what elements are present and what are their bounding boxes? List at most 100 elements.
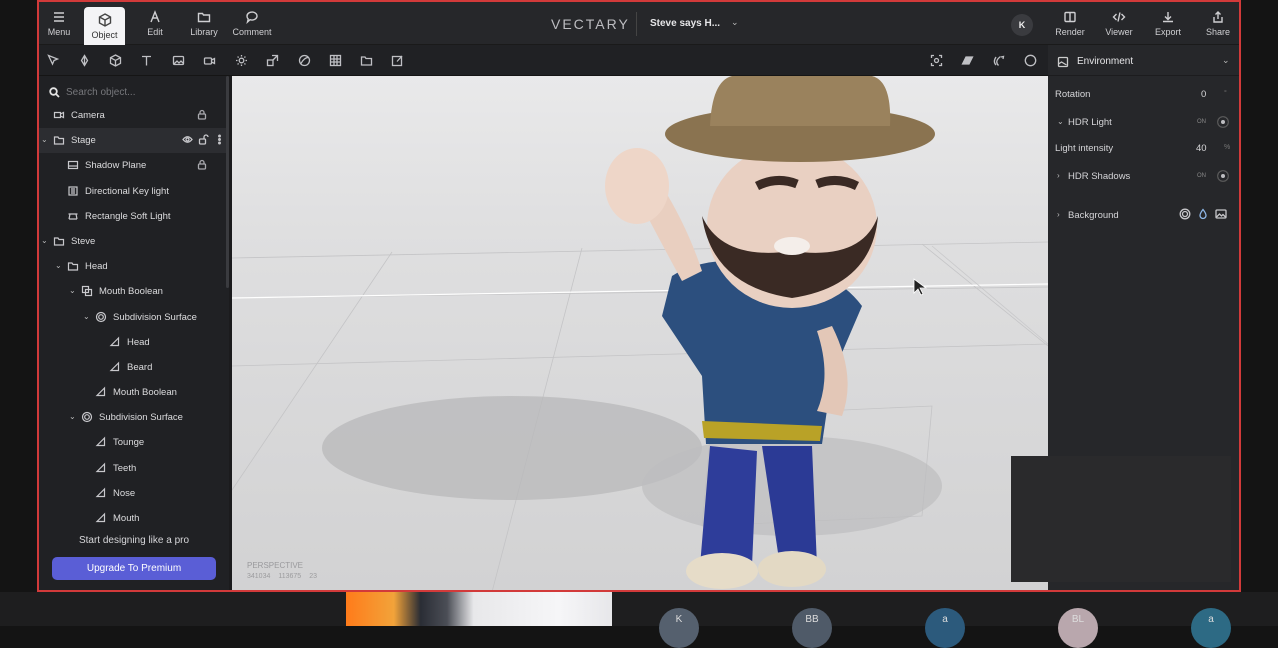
transform-tool[interactable] xyxy=(265,53,279,67)
image-tool[interactable] xyxy=(171,53,185,67)
chevron-down-icon[interactable]: ⌄ xyxy=(731,17,739,28)
export-button[interactable]: Export xyxy=(1153,2,1183,45)
unlock-icon[interactable] xyxy=(198,134,209,145)
viewer-button[interactable]: Viewer xyxy=(1104,2,1134,45)
tree-item-steve[interactable]: ⌄ Steve xyxy=(39,229,229,254)
sphere-tool[interactable] xyxy=(1023,53,1037,67)
tree-item-rectangle-soft-light[interactable]: Rectangle Soft Light xyxy=(39,204,229,229)
tree-item-tounge[interactable]: Tounge xyxy=(39,430,229,455)
chevron-down-icon[interactable]: ⌄ xyxy=(41,236,48,245)
scrollbar[interactable] xyxy=(226,76,229,288)
image-icon[interactable] xyxy=(1215,208,1227,220)
chevron-down-icon[interactable]: ⌄ xyxy=(83,312,90,321)
hdr-light-state: ON xyxy=(1197,119,1206,125)
select-arrow-icon xyxy=(46,53,59,66)
pattern-tool[interactable] xyxy=(328,53,342,67)
folder-icon xyxy=(197,12,211,23)
export-label: Export xyxy=(1154,27,1181,37)
hdr-light-row[interactable]: ⌄ HDR Light ON xyxy=(1055,114,1235,132)
participant-avatar[interactable]: BL xyxy=(1058,608,1098,648)
tab-edit-label: Edit xyxy=(147,27,163,37)
lock-icon[interactable] xyxy=(197,109,207,121)
material-tool[interactable] xyxy=(297,53,311,67)
chevron-right-icon[interactable]: › xyxy=(1057,171,1060,180)
tool-bar xyxy=(39,45,1048,76)
tree-item-mouth[interactable]: Mouth xyxy=(39,506,229,523)
tree-item-head[interactable]: Head xyxy=(39,330,229,355)
search-input[interactable] xyxy=(66,86,206,98)
tree-item-nose[interactable]: Nose xyxy=(39,481,229,506)
scene-render xyxy=(232,76,1048,590)
tree-item-mouth-boolean[interactable]: Mouth Boolean xyxy=(39,380,229,405)
chevron-down-icon[interactable]: ⌄ xyxy=(55,261,62,270)
tree-item-shadow-plane[interactable]: Shadow Plane xyxy=(39,153,229,178)
chevron-down-icon[interactable]: ⌄ xyxy=(69,412,76,421)
tree-item-subdivision-surface[interactable]: ⌄ Subdivision Surface xyxy=(39,405,229,430)
text-tool[interactable] xyxy=(139,53,153,67)
rotation-row: Rotation 0 ° xyxy=(1055,86,1235,104)
render-icon xyxy=(1064,11,1076,23)
rotate-view-tool[interactable] xyxy=(991,53,1005,67)
focus-tool[interactable] xyxy=(929,53,943,67)
chevron-down-icon[interactable]: ⌄ xyxy=(69,286,76,295)
chevron-right-icon[interactable]: › xyxy=(1057,210,1060,219)
pen-icon xyxy=(150,10,160,23)
camera-tool[interactable] xyxy=(202,53,216,67)
search-icon xyxy=(49,86,60,98)
tab-comment-label: Comment xyxy=(232,27,272,37)
tree-item-head[interactable]: ⌄ Head xyxy=(39,254,229,279)
render-button[interactable]: Render xyxy=(1055,2,1085,45)
rect-light-icon xyxy=(67,210,79,222)
edit-tool[interactable] xyxy=(390,53,404,67)
participant-avatar[interactable]: a xyxy=(925,608,965,648)
background-row[interactable]: › Background xyxy=(1055,207,1235,225)
tree-item-mouth-boolean[interactable]: ⌄ Mouth Boolean xyxy=(39,279,229,304)
hdr-shadows-row[interactable]: › HDR Shadows ON xyxy=(1055,168,1235,186)
participant-avatar[interactable]: K xyxy=(659,608,699,648)
hdr-bg-icon[interactable] xyxy=(1179,208,1191,220)
primitive-tool[interactable] xyxy=(108,53,122,67)
row-actions xyxy=(182,134,225,145)
ground-tool[interactable] xyxy=(960,53,974,67)
light-intensity-row: Light intensity 40 % xyxy=(1055,140,1235,158)
folder-tool[interactable] xyxy=(359,53,373,67)
document-name[interactable]: Steve says H... xyxy=(650,18,720,29)
chevron-down-icon[interactable]: ⌄ xyxy=(41,135,48,144)
pen-tool[interactable] xyxy=(77,53,91,67)
participant-avatar[interactable]: a xyxy=(1191,608,1231,648)
tree-item-teeth[interactable]: Teeth xyxy=(39,456,229,481)
tree-item-directional-key-light[interactable]: Directional Key light xyxy=(39,179,229,204)
rotation-value[interactable]: 0 xyxy=(1201,89,1206,100)
tree-item-stage[interactable]: ⌄ Stage xyxy=(39,128,229,154)
select-tool[interactable] xyxy=(46,53,60,67)
hdr-light-toggle[interactable] xyxy=(1217,116,1229,128)
tree-item-label: Directional Key light xyxy=(85,185,169,197)
participant-avatar[interactable]: BB xyxy=(792,608,832,648)
tree-item-subdivision-surface[interactable]: ⌄ Subdivision Surface xyxy=(39,305,229,330)
tab-object[interactable]: Object xyxy=(84,7,125,45)
upgrade-button[interactable]: Upgrade To Premium xyxy=(52,557,216,580)
light-tool[interactable] xyxy=(234,53,248,67)
tab-edit[interactable]: Edit xyxy=(139,2,171,45)
light-intensity-value[interactable]: 40 xyxy=(1196,143,1207,154)
user-avatar[interactable]: K xyxy=(1011,14,1033,36)
eye-icon[interactable] xyxy=(182,134,193,145)
tab-comment[interactable]: Comment xyxy=(232,2,272,45)
hdr-shadows-label: HDR Shadows xyxy=(1068,171,1131,182)
tree-item-label: Subdivision Surface xyxy=(113,311,197,323)
environment-header[interactable]: Environment ⌄ xyxy=(1048,45,1239,76)
chevron-down-icon[interactable]: ⌄ xyxy=(1057,117,1064,126)
hdr-shadows-toggle[interactable] xyxy=(1217,170,1229,182)
tree-item-label: Beard xyxy=(127,361,153,373)
share-button[interactable]: Share xyxy=(1203,2,1233,45)
color-drop-icon[interactable] xyxy=(1197,208,1209,220)
tab-library[interactable]: Library xyxy=(187,2,221,45)
tree-item-beard[interactable]: Beard xyxy=(39,355,229,380)
more-icon[interactable] xyxy=(214,134,225,145)
lock-icon[interactable] xyxy=(197,159,207,171)
code-icon xyxy=(1112,12,1126,22)
tree-item-camera[interactable]: Camera xyxy=(39,103,229,128)
3d-viewport[interactable]: PERSPECTIVE 341034 113675 23 xyxy=(232,76,1048,590)
chevron-down-icon[interactable]: ⌄ xyxy=(1222,55,1230,66)
menu-button[interactable]: Menu xyxy=(43,2,75,45)
